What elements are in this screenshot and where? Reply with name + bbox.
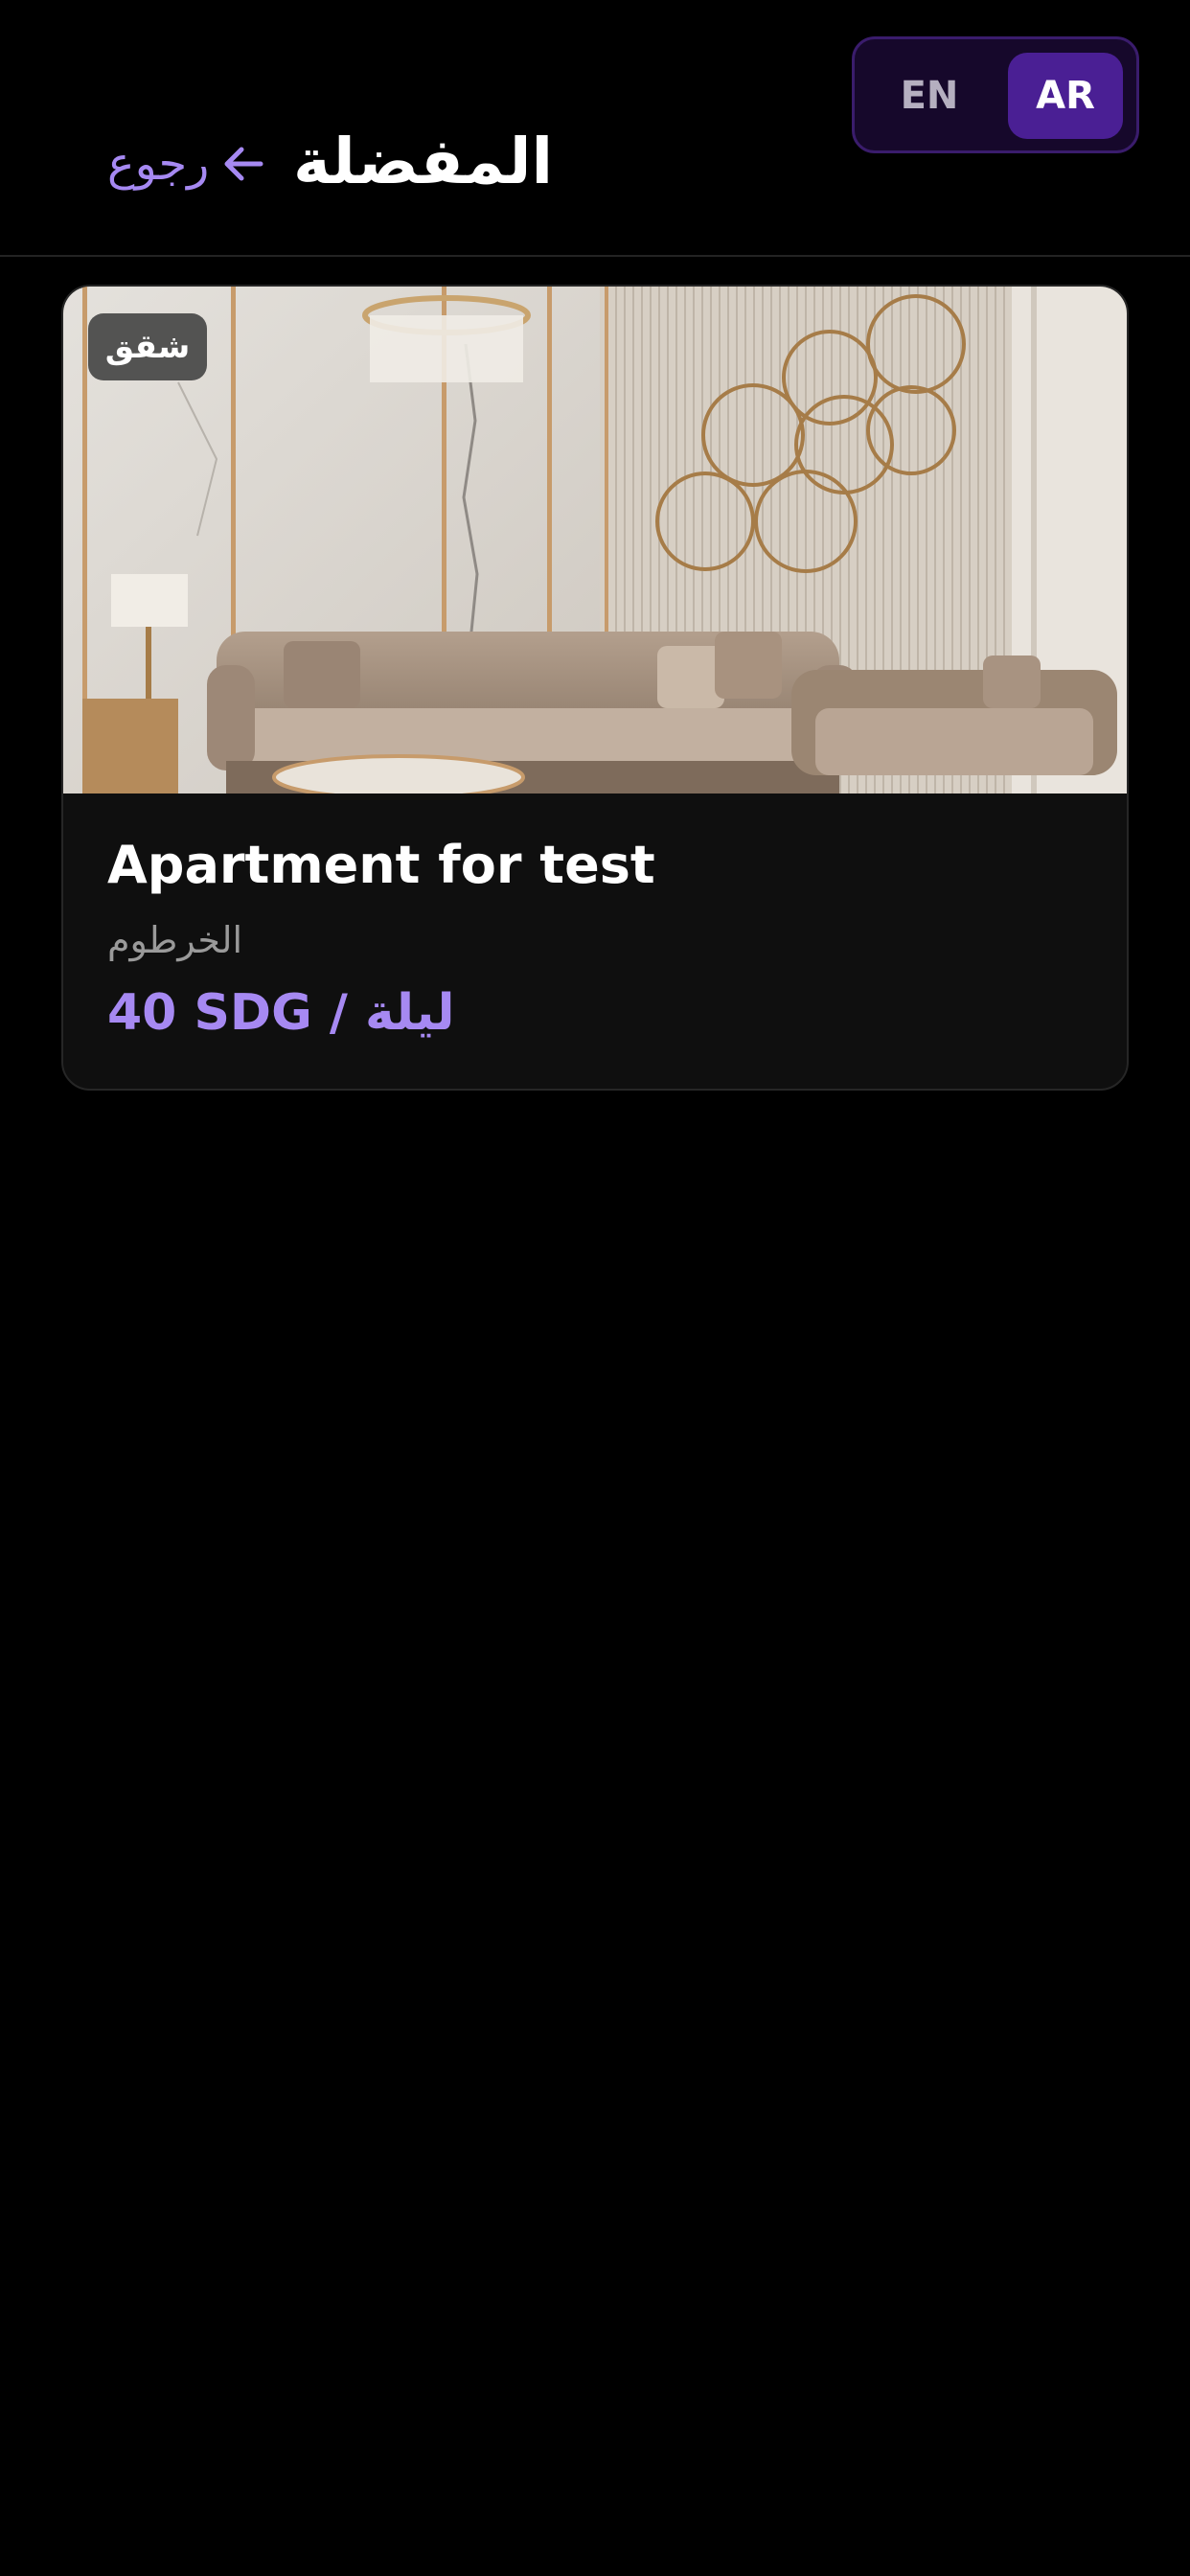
arrow-left-icon [224, 147, 263, 181]
page-title: المفضلة [293, 124, 554, 198]
listing-image [63, 287, 1127, 794]
listing-title: Apartment for test [107, 835, 655, 895]
language-option-ar[interactable]: AR [1008, 53, 1123, 139]
language-option-en[interactable]: EN [872, 53, 987, 139]
language-toggle: EN AR [852, 36, 1139, 153]
favorite-listing-card[interactable]: شقق Apartment for test الخرطوم 40 SDG / … [61, 285, 1129, 1091]
category-badge: شقق [88, 313, 207, 380]
back-button[interactable]: رجوع [107, 130, 264, 197]
listing-location: الخرطوم [107, 919, 243, 961]
listing-price: 40 SDG / ليلة [107, 984, 455, 1042]
back-label: رجوع [107, 137, 210, 191]
header-divider [0, 255, 1190, 257]
